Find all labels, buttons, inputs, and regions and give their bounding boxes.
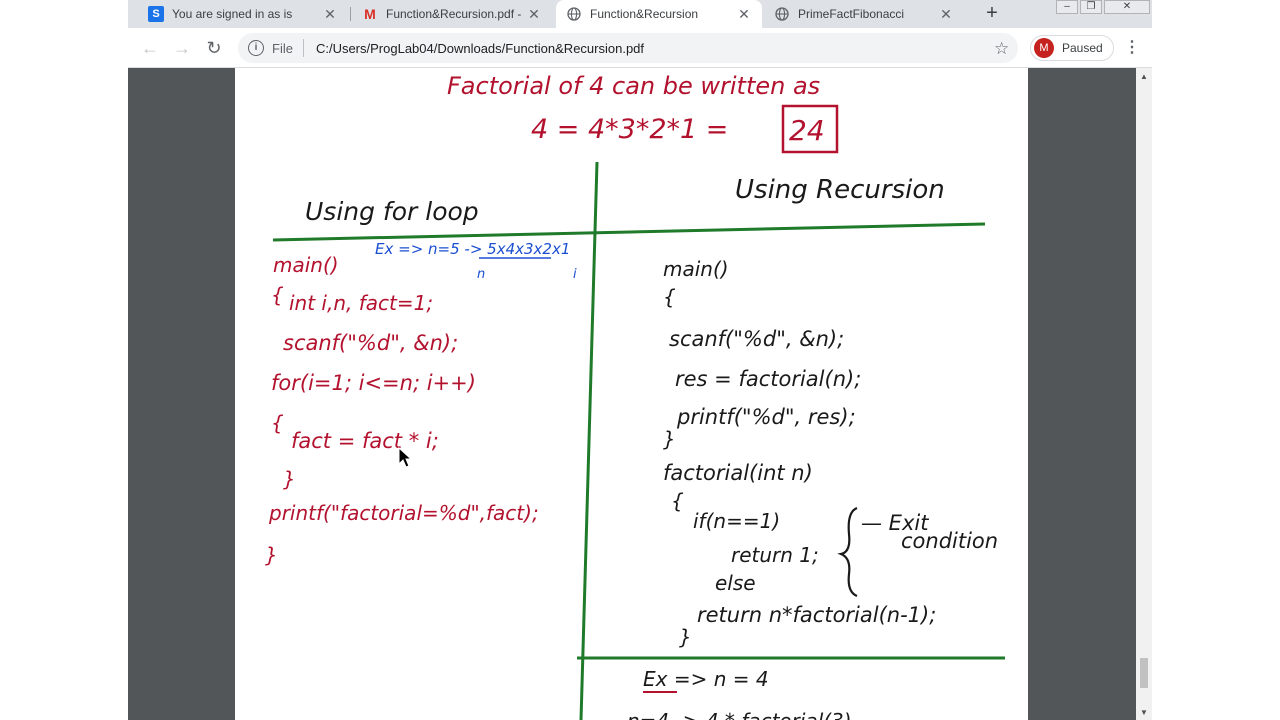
- address-bar[interactable]: i File C:/Users/ProgLab04/Downloads/Func…: [238, 33, 1018, 63]
- pdf-page: Factorial of 4 can be written as 4 = 4*3…: [235, 68, 1028, 720]
- close-icon[interactable]: ✕: [938, 6, 954, 23]
- left-code-line: for(i=1; i<=n; i++): [271, 371, 476, 395]
- right-code-line: res = factorial(n);: [675, 367, 861, 391]
- exit-label-2: condition: [901, 529, 998, 553]
- left-code-line: printf("factorial=%d",fact);: [268, 501, 539, 525]
- header-result: 24: [789, 114, 825, 147]
- toolbar: ← → ↻ i File C:/Users/ProgLab04/Download…: [128, 28, 1152, 68]
- browser-window: S You are signed in as is ✕ M Function&R…: [128, 0, 1152, 720]
- right-margin: [1152, 0, 1280, 720]
- left-code-line: }: [283, 467, 296, 491]
- left-example-n: n: [477, 267, 485, 282]
- tab-primefactfibonacci[interactable]: PrimeFactFibonacci ✕: [764, 0, 964, 28]
- pdf-viewport[interactable]: Factorial of 4 can be written as 4 = 4*3…: [128, 68, 1136, 720]
- forward-arrow-icon[interactable]: →: [170, 36, 194, 60]
- tab-separator: [350, 7, 351, 21]
- exit-brace: [837, 506, 858, 598]
- back-arrow-icon[interactable]: ←: [138, 36, 162, 60]
- left-example-i: i: [573, 267, 577, 282]
- left-code-line: main(): [273, 253, 339, 277]
- bookmark-star-icon[interactable]: ☆: [994, 39, 1009, 59]
- tab-strip: S You are signed in as is ✕ M Function&R…: [128, 0, 1152, 28]
- right-code-line: }: [663, 427, 676, 451]
- horizontal-divider: [272, 222, 986, 242]
- s-app-icon: S: [148, 6, 164, 22]
- menu-kebab-icon[interactable]: ⋮: [1124, 37, 1140, 57]
- left-code-line: {: [271, 411, 284, 435]
- close-icon[interactable]: ✕: [736, 6, 752, 23]
- right-code-line: {: [663, 285, 676, 309]
- right-title: Using Recursion: [735, 175, 945, 205]
- tab-label: Function&Recursion.pdf -: [386, 7, 522, 21]
- globe-icon: [774, 6, 790, 22]
- tab-signed-in[interactable]: S You are signed in as is ✕: [138, 0, 348, 28]
- close-window-button[interactable]: ✕: [1104, 0, 1150, 14]
- info-icon[interactable]: i: [248, 40, 264, 56]
- left-code-line: fact = fact * i;: [291, 429, 439, 453]
- omnibox-divider: [302, 39, 304, 57]
- left-code-line: scanf("%d", &n);: [283, 331, 458, 355]
- header-line-2: 4 = 4*3*2*1 =: [531, 114, 728, 145]
- reload-icon[interactable]: ↻: [202, 36, 226, 60]
- tab-gmail-pdf[interactable]: M Function&Recursion.pdf - ✕: [352, 0, 552, 28]
- right-code-line: main(): [663, 257, 729, 281]
- tab-function-recursion[interactable]: Function&Recursion ✕: [556, 0, 762, 28]
- vertical-scrollbar[interactable]: ▲ ▼: [1136, 68, 1152, 720]
- scroll-up-arrow-icon[interactable]: ▲: [1140, 72, 1148, 81]
- left-title: Using for loop: [305, 197, 479, 226]
- avatar: M: [1034, 38, 1054, 58]
- tab-label: You are signed in as is: [172, 7, 293, 21]
- profile-button[interactable]: M Paused: [1030, 35, 1114, 61]
- left-code-line: }: [265, 543, 278, 567]
- globe-icon: [566, 6, 582, 22]
- mouse-pointer-icon: [398, 446, 413, 474]
- new-tab-button[interactable]: +: [980, 2, 1004, 26]
- profile-status: Paused: [1062, 41, 1103, 55]
- scroll-thumb[interactable]: [1140, 658, 1148, 688]
- close-icon[interactable]: ✕: [526, 6, 542, 23]
- right-code-line: factorial(int n): [663, 461, 813, 485]
- maximize-button[interactable]: ❐: [1080, 0, 1102, 14]
- url-text: C:/Users/ProgLab04/Downloads/Function&Re…: [315, 40, 645, 56]
- scroll-down-arrow-icon[interactable]: ▼: [1140, 708, 1148, 717]
- right-code-line: printf("%d", res);: [676, 405, 856, 429]
- left-margin: [0, 0, 128, 720]
- right-code-line: {: [671, 489, 684, 513]
- url-scheme: File: [272, 40, 293, 56]
- vertical-divider: [579, 161, 599, 720]
- right-code-line: if(n==1): [693, 509, 780, 533]
- right-example-cut: n=4 -> 4 * factorial(3): [627, 709, 852, 720]
- tab-label: Function&Recursion: [590, 7, 699, 21]
- gmail-icon: M: [364, 6, 376, 22]
- header-line-1: Factorial of 4 can be written as: [447, 72, 820, 100]
- right-code-line: else: [715, 571, 756, 595]
- right-code-line: scanf("%d", &n);: [669, 327, 844, 351]
- right-code-line: return 1;: [731, 543, 819, 567]
- left-code-line: {: [271, 283, 284, 307]
- tab-label: PrimeFactFibonacci: [798, 7, 905, 21]
- minimize-button[interactable]: –: [1056, 0, 1078, 14]
- right-code-line: }: [679, 625, 692, 649]
- close-icon[interactable]: ✕: [322, 6, 338, 23]
- handwritten-notes: Factorial of 4 can be written as 4 = 4*3…: [265, 72, 1005, 720]
- right-example: Ex => n = 4: [643, 667, 769, 691]
- left-example: Ex => n=5 -> 5x4x3x2x1: [375, 240, 570, 258]
- left-code-line: int i,n, fact=1;: [289, 291, 433, 315]
- right-code-line: return n*factorial(n-1);: [697, 603, 936, 627]
